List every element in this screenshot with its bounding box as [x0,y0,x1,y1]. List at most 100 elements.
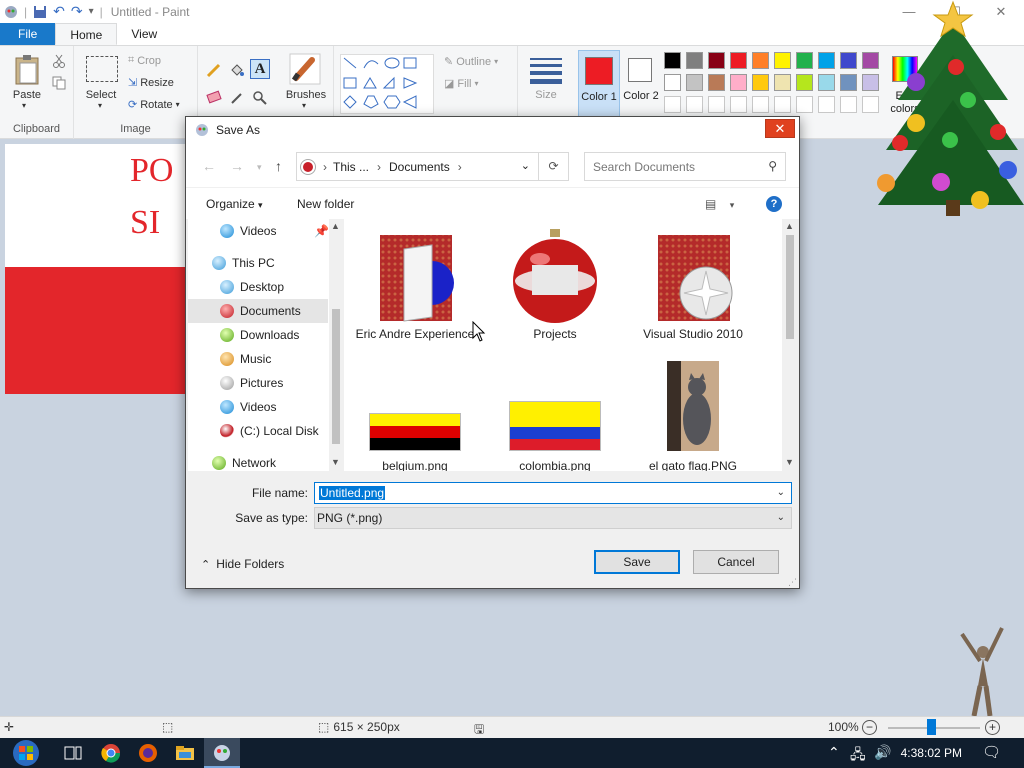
search-input[interactable]: Search Documents ⚲ [584,152,786,181]
new-folder-button[interactable]: New folder [297,197,354,211]
up-arrow-icon[interactable]: ↑ [275,158,282,174]
color2-button[interactable]: Color 2 [622,50,660,118]
zoom-slider-thumb[interactable] [927,719,936,735]
network-icon[interactable]: 🖧 [850,744,866,768]
forward-arrow-icon[interactable]: → [230,158,244,174]
brush-icon[interactable] [288,52,322,86]
back-arrow-icon[interactable]: ← [202,158,216,174]
resize-grip-icon[interactable]: ⋰ [788,577,797,588]
palette-swatch[interactable] [840,52,857,69]
nav-item-local-disk[interactable]: (C:) Local Disk [188,419,328,443]
breadcrumb-this-pc[interactable]: This ... [333,160,369,174]
zoom-out-button[interactable]: − [862,720,877,735]
palette-swatch[interactable] [686,74,703,91]
color-picker-icon[interactable] [229,90,245,106]
nav-scrollbar[interactable]: ▲ ▼ [329,219,343,471]
fill-bucket-icon[interactable] [229,62,245,78]
customize-qa-icon[interactable]: ▾ [89,6,94,17]
palette-swatch[interactable] [774,52,791,69]
action-center-icon[interactable]: 🗨 [982,743,1001,761]
cancel-button[interactable]: Cancel [693,550,779,574]
rotate-button[interactable]: ⟳ Rotate ▾ [128,98,180,112]
crop-button[interactable]: ⌗ Crop [128,54,161,67]
nav-item-pictures[interactable]: Pictures [188,371,328,395]
palette-swatch[interactable] [796,74,813,91]
firefox-icon[interactable] [137,742,159,764]
save-type-dropdown-icon[interactable]: ⌄ [777,512,785,523]
scroll-up-icon[interactable]: ▲ [331,221,340,231]
fill-button[interactable]: ◪ Fill ▾ [444,77,478,91]
paste-dropdown-icon[interactable]: ▾ [22,101,26,110]
pencil-icon[interactable] [206,62,222,78]
file-name-dropdown-icon[interactable]: ⌄ [777,487,785,498]
palette-swatch[interactable] [818,74,835,91]
eraser-icon[interactable] [206,90,222,104]
help-button[interactable]: ? [766,196,782,212]
nav-item-this-pc[interactable]: This PC [188,251,328,275]
file-item-eric-andre[interactable]: Eric Andre Experience [350,231,480,342]
clock[interactable]: 4:38:02 PM [901,746,962,760]
nav-item-desktop[interactable]: Desktop [188,275,328,299]
file-name-input[interactable]: Untitled.png ⌄ [314,482,792,504]
recent-locations-icon[interactable]: ▾ [257,162,262,173]
nav-item-videos[interactable]: Videos [188,395,328,419]
file-item-belgium[interactable]: belgium.png [350,413,480,471]
file-list-scrollbar[interactable]: ▲ ▼ [782,219,798,471]
palette-custom-swatch[interactable] [730,96,747,113]
file-item-visual-studio[interactable]: Visual Studio 2010 [628,231,758,342]
nav-scroll-thumb[interactable] [332,309,340,444]
palette-custom-swatch[interactable] [774,96,791,113]
palette-swatch[interactable] [664,52,681,69]
redo-icon[interactable]: ↷ [71,3,83,20]
refresh-button[interactable]: ⟳ [539,152,569,181]
outline-button[interactable]: ✎ Outline ▾ [444,55,498,69]
nav-item-downloads[interactable]: Downloads [188,323,328,347]
text-tool-icon[interactable]: A [250,59,270,79]
palette-custom-swatch[interactable] [840,96,857,113]
palette-custom-swatch[interactable] [708,96,725,113]
address-dropdown-icon[interactable]: ⌄ [521,159,530,172]
dialog-close-button[interactable]: ✕ [765,119,795,138]
view-options-button[interactable]: ▤ ▾ [705,197,734,211]
palette-swatch[interactable] [752,74,769,91]
tab-view[interactable]: View [117,23,171,45]
paste-icon[interactable] [14,54,40,86]
palette-custom-swatch[interactable] [686,96,703,113]
palette-swatch[interactable] [708,74,725,91]
volume-icon[interactable]: 🔊 [874,744,891,761]
file-scroll-thumb[interactable] [786,235,794,339]
palette-custom-swatch[interactable] [752,96,769,113]
color1-button[interactable]: Color 1 [578,50,620,118]
palette-custom-swatch[interactable] [818,96,835,113]
paint-taskbar-button[interactable] [204,738,240,768]
brushes-dropdown-icon[interactable]: ▾ [302,101,306,110]
nav-item-videos-top[interactable]: Videos [188,219,328,243]
start-button[interactable] [8,738,44,768]
size-button[interactable]: Size [518,89,574,101]
show-hidden-icons-icon[interactable]: ⌃ [828,744,840,761]
scroll-up-icon[interactable]: ▲ [785,221,794,231]
select-button[interactable]: Select [78,89,124,101]
palette-swatch[interactable] [730,74,747,91]
file-item-el-gato[interactable]: el gato flag.PNG [628,361,758,471]
magnifier-icon[interactable] [252,90,268,106]
file-item-projects[interactable]: Projects [490,229,620,342]
tab-file[interactable]: File [0,23,56,45]
palette-swatch[interactable] [796,52,813,69]
resize-button[interactable]: ⇲ Resize [128,76,174,90]
nav-item-network[interactable]: Network [188,451,328,471]
scroll-down-icon[interactable]: ▼ [785,457,794,467]
save-type-select[interactable]: PNG (*.png) ⌄ [314,507,792,529]
drawing-canvas[interactable]: PO SI [5,144,185,394]
palette-custom-swatch[interactable] [664,96,681,113]
brushes-button[interactable]: Brushes [278,89,334,101]
palette-custom-swatch[interactable] [796,96,813,113]
select-dropdown-icon[interactable]: ▾ [98,101,102,110]
size-icon[interactable] [530,58,562,84]
nav-item-documents[interactable]: Documents [188,299,328,323]
select-icon[interactable] [86,56,118,82]
palette-swatch[interactable] [840,74,857,91]
paste-button[interactable]: Paste [6,89,48,101]
nav-item-music[interactable]: Music [188,347,328,371]
scroll-down-icon[interactable]: ▼ [331,457,340,467]
